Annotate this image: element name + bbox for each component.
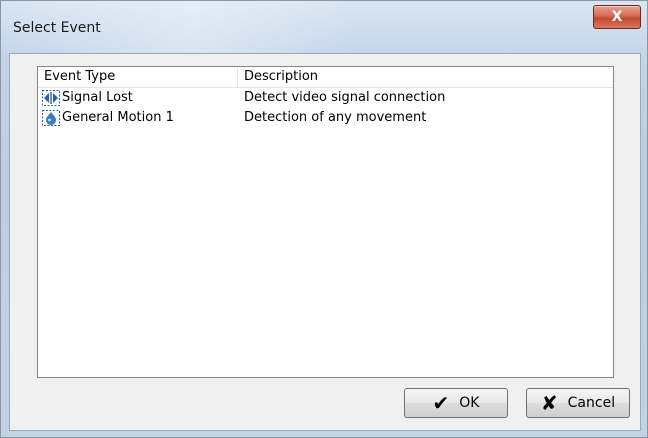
cancel-button[interactable]: ✘ Cancel <box>526 388 630 418</box>
ok-button-label: OK <box>459 395 480 411</box>
close-icon: X <box>611 9 623 25</box>
dialog-title: Select Event <box>13 20 101 36</box>
title-bar: Select Event X <box>1 1 647 53</box>
select-event-dialog: Select Event X Event Type Description Si… <box>0 0 648 438</box>
motion-icon <box>42 110 60 126</box>
event-description: Detect video signal connection <box>244 90 446 105</box>
list-item[interactable]: Signal Lost Detect video signal connecti… <box>38 88 613 108</box>
event-type-label: Signal Lost <box>62 90 133 105</box>
checkmark-icon: ✔ <box>432 391 450 415</box>
event-type-label: General Motion 1 <box>62 110 174 125</box>
dialog-buttons: ✔ OK ✘ Cancel <box>404 388 630 418</box>
list-header: Event Type Description <box>38 67 613 88</box>
x-icon: ✘ <box>540 391 558 415</box>
list-item[interactable]: General Motion 1 Detection of any moveme… <box>38 108 613 128</box>
event-description: Detection of any movement <box>244 110 427 125</box>
signal-lost-icon <box>42 90 60 106</box>
column-header-description[interactable]: Description <box>238 67 613 87</box>
event-list[interactable]: Event Type Description Signal Lost Detec… <box>37 66 614 378</box>
dialog-body: Event Type Description Signal Lost Detec… <box>9 53 641 431</box>
cancel-button-label: Cancel <box>567 395 616 411</box>
column-header-event-type[interactable]: Event Type <box>38 67 238 87</box>
close-button[interactable]: X <box>593 5 641 29</box>
ok-button[interactable]: ✔ OK <box>404 388 508 418</box>
